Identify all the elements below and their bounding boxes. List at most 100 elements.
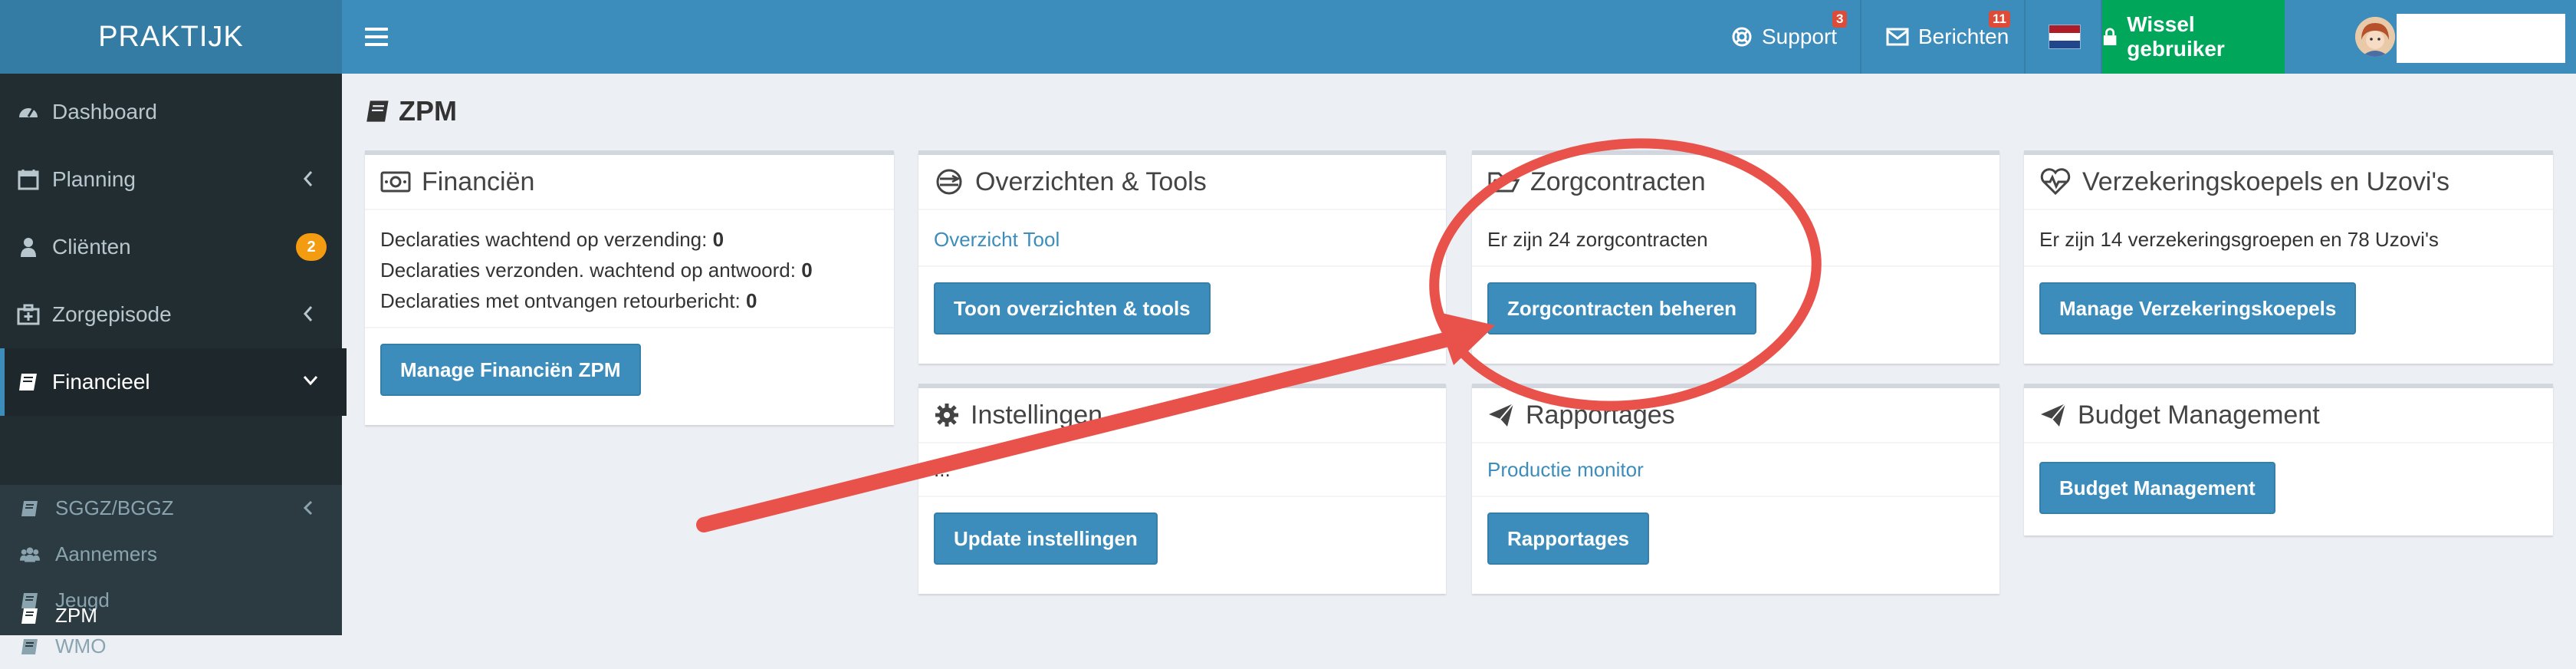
sidebar-subitem-label: Aannemers <box>55 542 157 565</box>
divider <box>2024 0 2026 74</box>
switch-user-label: Wissel gebruiker <box>2127 12 2225 61</box>
sidebar-item-label: Planning <box>52 167 136 191</box>
sidebar: Dashboard Planning Cliënten 2 Zorgepisod… <box>0 74 347 657</box>
box-header: Rapportages <box>1472 388 1999 443</box>
financien-box: Financiën Declaraties wachtend op verzen… <box>365 150 894 425</box>
chevron-left-icon <box>303 500 313 516</box>
sidebar-subitem-label: WMO <box>55 634 107 657</box>
box-footer: Budget Management <box>2024 443 2553 529</box>
box-header: Zorgcontracten <box>1472 155 1999 210</box>
switch-user-button[interactable]: Wissel gebruiker <box>2102 0 2285 74</box>
sidebar-item-label: Financieel <box>52 370 150 394</box>
page-title: ZPM <box>365 95 457 127</box>
instellingen-box: Instellingen ... Update instellingen <box>918 384 1446 594</box>
book-icon <box>21 501 38 516</box>
sidebar-subitem-label: SGGZ/BGGZ <box>55 496 174 519</box>
verzekeringskoepels-count-text: Er zijn 14 verzekeringsgroepen en 78 Uzo… <box>2039 228 2439 251</box>
brand-logo[interactable]: PRAKTIJK <box>0 0 342 74</box>
support-label: Support <box>1762 25 1838 48</box>
tools-icon <box>936 169 962 195</box>
sidebar-item-planning[interactable]: Planning <box>0 146 342 213</box>
stat-value: 0 <box>801 259 813 282</box>
avatar[interactable] <box>2355 17 2395 57</box>
page-title-text: ZPM <box>399 95 457 127</box>
box-title: Zorgcontracten <box>1530 166 1706 196</box>
stat-label: Declaraties wachtend op verzending: <box>380 228 708 251</box>
box-header: Instellingen <box>918 388 1446 443</box>
box-footer: Manage Financiën ZPM <box>365 327 894 411</box>
box-body: Er zijn 14 verzekeringsgroepen en 78 Uzo… <box>2024 210 2553 265</box>
box-header: Verzekeringskoepels en Uzovi's <box>2024 155 2553 210</box>
rapportages-button[interactable]: Rapportages <box>1487 512 1649 565</box>
box-body: Er zijn 24 zorgcontracten <box>1472 210 1999 265</box>
box-footer: Update instellingen <box>918 496 1446 580</box>
book-icon <box>366 101 389 122</box>
box-body: Declaraties wachtend op verzending: 0 De… <box>365 210 894 327</box>
box-title: Rapportages <box>1526 400 1675 430</box>
box-body: ... <box>918 443 1446 496</box>
box-header: Budget Management <box>2024 388 2553 443</box>
support-menu[interactable]: Support <box>1731 0 1837 74</box>
instellingen-text: ... <box>934 458 951 481</box>
support-badge: 3 <box>1832 11 1848 28</box>
box-title: Instellingen <box>971 400 1103 430</box>
overzicht-tool-link[interactable]: Overzicht Tool <box>934 228 1060 251</box>
sidebar-item-clienten[interactable]: Cliënten 2 <box>0 213 342 281</box>
verzekeringskoepels-box: Verzekeringskoepels en Uzovi's Er zijn 1… <box>2024 150 2553 364</box>
update-instellingen-button[interactable]: Update instellingen <box>934 512 1158 565</box>
manage-verzekeringskoepels-button[interactable]: Manage Verzekeringskoepels <box>2039 282 2357 334</box>
box-footer: Toon overzichten & tools <box>918 265 1446 350</box>
box-header: Overzichten & Tools <box>918 155 1446 210</box>
box-title: Verzekeringskoepels en Uzovi's <box>2082 166 2450 196</box>
zorgcontracten-count-text: Er zijn 24 zorgcontracten <box>1487 228 1708 251</box>
heartbeat-icon <box>2040 168 2071 196</box>
manage-financien-button[interactable]: Manage Financiën ZPM <box>380 344 641 396</box>
productie-monitor-link[interactable]: Productie monitor <box>1487 458 1644 481</box>
dutch-flag-icon[interactable] <box>2049 25 2081 49</box>
sidebar-subitem-sggz-bggz[interactable]: SGGZ/BGGZ <box>0 485 342 531</box>
divider <box>1860 0 1861 74</box>
box-title: Overzichten & Tools <box>975 166 1207 196</box>
book-icon <box>21 608 38 624</box>
stat-label: Declaraties verzonden. wachtend op antwo… <box>380 259 796 282</box>
sidebar-toggle-icon[interactable] <box>365 23 388 51</box>
box-footer: Rapportages <box>1472 496 1999 580</box>
clienten-badge: 2 <box>296 233 327 261</box>
dashboard-icon <box>19 108 38 117</box>
rapportages-box: Rapportages Productie monitor Rapportage… <box>1472 384 1999 594</box>
gear-icon <box>935 404 958 427</box>
zorgcontracten-beheren-button[interactable]: Zorgcontracten beheren <box>1487 282 1757 334</box>
chevron-left-icon <box>303 306 313 321</box>
berichten-badge: 11 <box>1989 11 2010 28</box>
sidebar-subitem-label: ZPM <box>55 603 97 627</box>
sidebar-subitem-aannemers[interactable]: Aannemers <box>0 531 342 577</box>
book-icon <box>21 639 38 654</box>
box-body: Overzicht Tool <box>918 210 1446 265</box>
book-icon <box>19 374 37 391</box>
stat-value: 0 <box>712 228 724 251</box>
sidebar-item-financieel[interactable]: Financieel <box>0 348 347 416</box>
box-body: Productie monitor <box>1472 443 1999 496</box>
paper-plane-icon <box>1489 403 1514 427</box>
users-icon <box>20 547 40 562</box>
toon-overzichten-button[interactable]: Toon overzichten & tools <box>934 282 1211 334</box>
user-icon <box>21 238 36 257</box>
stat-label: Declaraties met ontvangen retourbericht: <box>380 289 741 312</box>
sidebar-item-label: Zorgepisode <box>52 302 172 326</box>
stat-value: 0 <box>745 289 757 312</box>
sidebar-subitem-zpm[interactable]: ZPM <box>0 595 342 635</box>
calendar-icon <box>18 170 39 190</box>
budget-management-button[interactable]: Budget Management <box>2039 462 2275 514</box>
chevron-left-icon <box>303 171 313 186</box>
sidebar-item-dashboard[interactable]: Dashboard <box>0 78 342 146</box>
box-footer: Zorgcontracten beheren <box>1472 265 1999 350</box>
user-name-box[interactable] <box>2397 14 2565 63</box>
overzichten-box: Overzichten & Tools Overzicht Tool Toon … <box>918 150 1446 364</box>
sidebar-item-label: Cliënten <box>52 235 131 259</box>
sidebar-item-zorgepisode[interactable]: Zorgepisode <box>0 281 342 348</box>
folder-open-icon <box>1487 172 1520 193</box>
box-title: Financiën <box>422 166 535 196</box>
zorgcontracten-box: Zorgcontracten Er zijn 24 zorgcontracten… <box>1472 150 1999 364</box>
paper-plane-icon <box>2041 403 2066 427</box>
sidebar-item-label: Dashboard <box>52 100 157 124</box>
